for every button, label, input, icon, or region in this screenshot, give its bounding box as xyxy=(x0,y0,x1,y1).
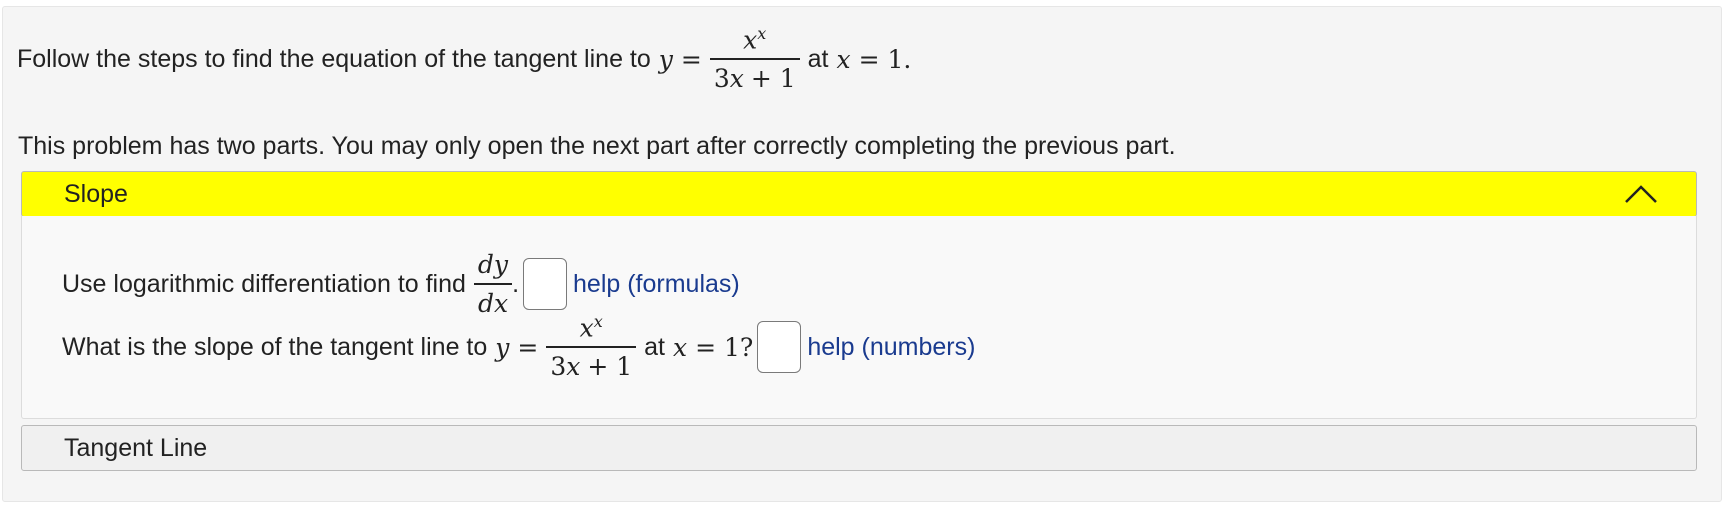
part-label-slope: Slope xyxy=(64,179,128,208)
slope-at: at xyxy=(644,332,665,361)
slope-fraction-numerator: xx xyxy=(546,314,637,349)
slope-fraction-denominator: 3x + 1 xyxy=(550,352,633,382)
intro-at: at xyxy=(807,44,829,73)
help-numbers-link[interactable]: help (numbers) xyxy=(807,333,975,362)
dy-dx-numerator: dy xyxy=(473,252,513,285)
part-header-tangent-line[interactable]: Tangent Line xyxy=(21,425,1697,471)
intro-x-value: = 1. xyxy=(858,44,912,74)
slope-x-value: = 1? xyxy=(695,332,754,362)
dy-dx-fraction: dy dx xyxy=(473,252,513,318)
question-derivative-prefix: Use logarithmic differentiation to find xyxy=(62,269,466,298)
intro-prefix: Follow the steps to find the equation of… xyxy=(17,44,651,73)
slope-equals: = xyxy=(517,332,539,362)
slope-answer-input[interactable] xyxy=(757,321,802,374)
dy-dx-denominator: dx xyxy=(477,289,509,318)
intro-fraction-denominator: 3x + 1 xyxy=(713,64,796,94)
question-derivative: Use logarithmic differentiation to find … xyxy=(62,252,740,316)
intro-y-var: y xyxy=(658,44,673,74)
slope-y-var: y xyxy=(495,332,510,362)
chevron-up-icon[interactable] xyxy=(1624,184,1658,204)
derivative-answer-input[interactable] xyxy=(523,258,568,310)
intro-fraction-numerator: xx xyxy=(709,26,800,61)
part-label-tangent-line: Tangent Line xyxy=(64,433,208,462)
help-formulas-link[interactable]: help (formulas) xyxy=(573,270,740,299)
intro-x-var: x xyxy=(836,44,851,74)
question-derivative-suffix: . xyxy=(512,269,520,298)
intro-line: Follow the steps to find the equation of… xyxy=(17,26,911,92)
part-header-slope[interactable]: Slope xyxy=(21,171,1697,217)
intro-fraction: xx 3x + 1 xyxy=(709,26,800,94)
question-slope-prefix: What is the slope of the tangent line to xyxy=(62,332,488,361)
question-slope: What is the slope of the tangent line to… xyxy=(62,314,975,380)
slope-x-var: x xyxy=(673,332,688,362)
info-text: This problem has two parts. You may only… xyxy=(18,132,1176,160)
intro-equals: = xyxy=(680,44,702,74)
slope-fraction: xx 3x + 1 xyxy=(546,314,637,382)
